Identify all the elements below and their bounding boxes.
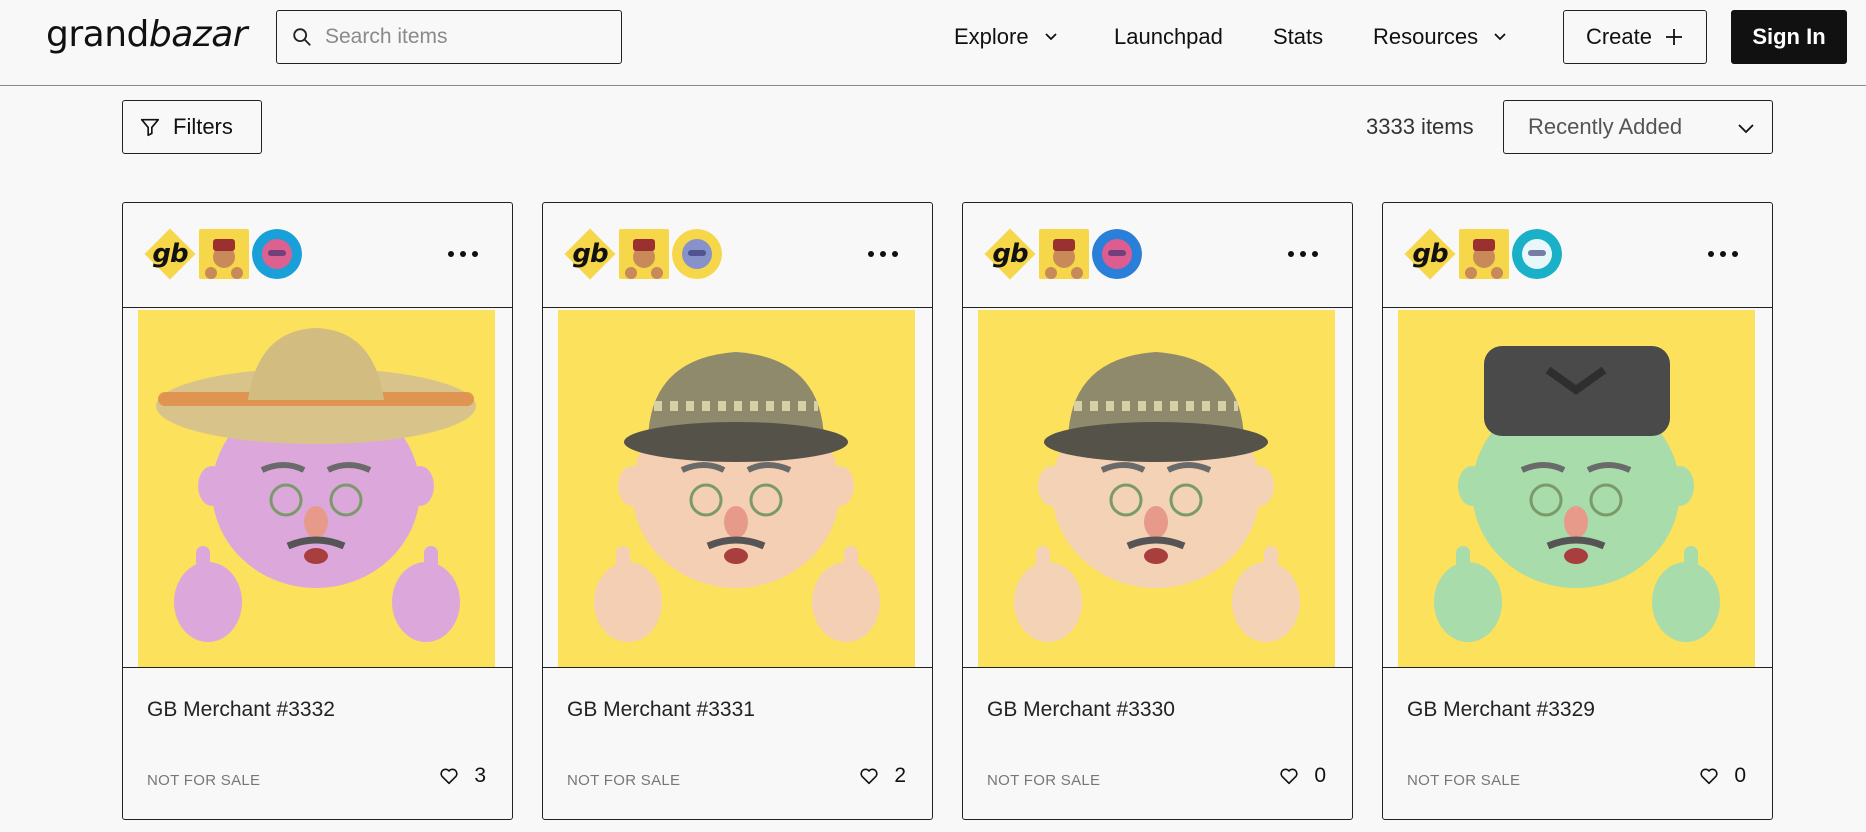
avatar-illustration (1434, 346, 1720, 642)
avatar-illustration (156, 328, 476, 642)
card-badges: gb (564, 228, 722, 280)
nav-stats-label: Stats (1273, 24, 1324, 49)
more-icon[interactable] (1288, 239, 1318, 269)
like-count: 3 (474, 764, 486, 787)
card-badges: gb (1404, 228, 1562, 280)
sale-status: NOT FOR SALE (1407, 772, 1521, 789)
create-button[interactable]: Create (1563, 10, 1707, 64)
sign-in-button[interactable]: Sign In (1731, 10, 1847, 64)
nav-launchpad-label: Launchpad (1114, 24, 1223, 49)
creator-avatar[interactable] (199, 229, 249, 279)
card-header: gb (1383, 203, 1772, 308)
nav-resources[interactable]: Resources (1373, 0, 1508, 74)
nav-resources-label: Resources (1373, 24, 1479, 49)
search-box[interactable] (276, 10, 622, 64)
like-button[interactable]: 2 (858, 764, 906, 788)
more-icon[interactable] (448, 239, 478, 269)
more-icon[interactable] (1708, 239, 1738, 269)
nft-image[interactable] (978, 310, 1335, 667)
heart-icon (1280, 768, 1298, 785)
item-count: 3333 items (1366, 114, 1474, 139)
like-button[interactable]: 0 (1698, 764, 1746, 788)
chevron-down-icon (1044, 33, 1057, 41)
creator-avatar[interactable] (1039, 229, 1089, 279)
like-button[interactable]: 3 (438, 764, 486, 788)
avatar-illustration (594, 352, 880, 642)
like-count: 2 (894, 764, 906, 787)
nft-title[interactable]: GB Merchant #3332 (147, 698, 335, 722)
search-icon (293, 28, 311, 46)
sale-status: NOT FOR SALE (147, 772, 261, 789)
logo[interactable]: grandbazar (46, 14, 248, 55)
search-input[interactable] (325, 25, 615, 49)
collection-badge[interactable]: gb (984, 228, 1036, 280)
card-footer: GB Merchant #3331 NOT FOR SALE 2 (543, 667, 932, 819)
nft-title[interactable]: GB Merchant #3331 (567, 698, 755, 722)
card-badges: gb (984, 228, 1142, 280)
nft-image[interactable] (1398, 310, 1755, 667)
nft-card[interactable]: gb GB Merchant #3329 NOT FOR SALE 0 (1382, 202, 1773, 820)
nft-card[interactable]: gb GB Merchant #3332 NOT FOR SALE 3 (122, 202, 513, 820)
owner-avatar[interactable] (672, 229, 722, 279)
plus-icon (1666, 29, 1683, 45)
like-count: 0 (1314, 764, 1326, 787)
owner-avatar[interactable] (1512, 229, 1562, 279)
filter-icon (140, 118, 160, 137)
create-button-label: Create (1585, 24, 1653, 49)
like-count: 0 (1734, 764, 1746, 787)
card-footer: GB Merchant #3329 NOT FOR SALE 0 (1383, 667, 1772, 819)
collection-badge[interactable]: gb (1404, 228, 1456, 280)
creator-avatar[interactable] (1459, 229, 1509, 279)
nft-image[interactable] (558, 310, 915, 667)
sort-select[interactable]: Recently Added (1503, 100, 1773, 154)
card-badges: gb (144, 228, 302, 280)
card-footer: GB Merchant #3332 NOT FOR SALE 3 (123, 667, 512, 819)
heart-icon (860, 768, 878, 785)
card-header: gb (543, 203, 932, 308)
filters-button[interactable]: Filters (122, 100, 262, 154)
chevron-down-icon (1494, 33, 1506, 41)
creator-avatar[interactable] (619, 229, 669, 279)
nft-card[interactable]: gb GB Merchant #3331 NOT FOR SALE 2 (542, 202, 933, 820)
like-button[interactable]: 0 (1278, 764, 1326, 788)
card-footer: GB Merchant #3330 NOT FOR SALE 0 (963, 667, 1352, 819)
nft-title[interactable]: GB Merchant #3330 (987, 698, 1175, 722)
heart-icon (440, 768, 458, 785)
sale-status: NOT FOR SALE (987, 772, 1101, 789)
sort-value: Recently Added (1528, 114, 1683, 139)
owner-avatar[interactable] (1092, 229, 1142, 279)
collection-badge[interactable]: gb (564, 228, 616, 280)
nav-stats[interactable]: Stats (1273, 0, 1323, 74)
heart-icon (1700, 768, 1718, 785)
sign-in-label: Sign In (1752, 24, 1826, 49)
sale-status: NOT FOR SALE (567, 772, 681, 789)
collection-badge[interactable]: gb (144, 228, 196, 280)
nft-image[interactable] (138, 310, 495, 667)
owner-avatar[interactable] (252, 229, 302, 279)
nav-explore[interactable]: Explore (954, 0, 1059, 74)
card-header: gb (123, 203, 512, 308)
filters-label: Filters (173, 114, 233, 139)
chevron-down-icon (1738, 124, 1754, 134)
card-header: gb (963, 203, 1352, 308)
avatar-illustration (1014, 352, 1300, 642)
nav-launchpad[interactable]: Launchpad (1114, 0, 1223, 74)
nft-card[interactable]: gb GB Merchant #3330 NOT FOR SALE 0 (962, 202, 1353, 820)
top-nav-bar: grandbazar Explore Launchpad Stats Resou… (0, 0, 1866, 86)
more-icon[interactable] (868, 239, 898, 269)
nav-explore-label: Explore (954, 24, 1029, 49)
nft-title[interactable]: GB Merchant #3329 (1407, 698, 1595, 722)
